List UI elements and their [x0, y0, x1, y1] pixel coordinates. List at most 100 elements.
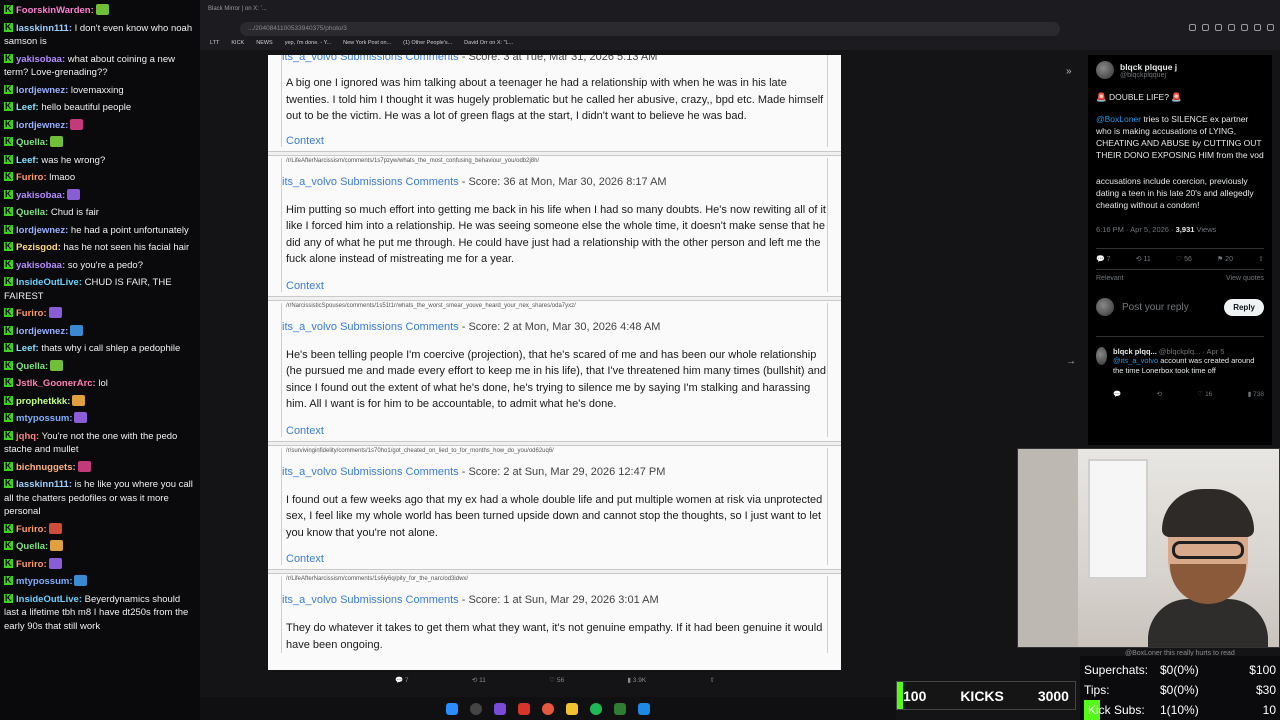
permalink[interactable]: /r/survivinginfidelity/comments/1s70ho1/…: [282, 448, 827, 454]
chat-username[interactable]: Quella:: [16, 207, 48, 218]
chat-username[interactable]: InsideOutLive:: [16, 277, 82, 288]
bookmark-button[interactable]: ⚑ 20: [1217, 255, 1233, 263]
extension-icon[interactable]: [1241, 24, 1248, 31]
chat-username[interactable]: Jstlk_GoonerArc:: [16, 378, 96, 389]
chat-username[interactable]: lordjewnez:: [16, 85, 68, 96]
bookmark-item[interactable]: yep, i'm done. - Y...: [285, 40, 331, 50]
chevron-right-icon[interactable]: »: [1066, 66, 1072, 77]
arrow-right-icon[interactable]: →: [1066, 356, 1076, 367]
extension-icon[interactable]: [1202, 24, 1209, 31]
reply-author[interactable]: blqck plqq...: [1113, 347, 1157, 356]
view-count[interactable]: ▮ 3.9K: [627, 676, 646, 690]
chat-username[interactable]: Quella:: [16, 361, 48, 372]
mention-link[interactable]: @BoxLoner: [1096, 114, 1141, 124]
browser-icon[interactable]: [542, 702, 554, 715]
context-link[interactable]: Context: [282, 553, 827, 565]
chat-username[interactable]: jqhq:: [16, 431, 39, 442]
chat-username[interactable]: mtypossum:: [16, 413, 72, 424]
chat-username[interactable]: Furiro:: [16, 559, 47, 570]
chat-username[interactable]: yakisobaa:: [16, 260, 65, 271]
context-link[interactable]: Context: [282, 135, 827, 147]
repost-button[interactable]: ⟲ 11: [1136, 255, 1151, 263]
context-link[interactable]: Context: [282, 425, 827, 437]
relevant-dropdown[interactable]: Relevant: [1096, 275, 1124, 282]
extension-icon[interactable]: [1215, 24, 1222, 31]
author-name[interactable]: blqck plqque j: [1120, 62, 1177, 72]
view-button[interactable]: ▮ 738: [1248, 390, 1264, 398]
bookmark-item[interactable]: LTT: [210, 40, 219, 50]
author-handle[interactable]: @blqckplqquej: [1120, 72, 1177, 79]
chat-message: lordjewnez: lovemaxxing: [4, 83, 196, 98]
chat-username[interactable]: prophetkkk:: [16, 396, 70, 407]
chat-username[interactable]: mtypossum:: [16, 576, 72, 587]
permalink[interactable]: /r/LifeAfterNarcissism/comments/1s6iy6q/…: [282, 576, 827, 582]
chat-username[interactable]: yakisobaa:: [16, 54, 65, 65]
permalink[interactable]: /r/LifeAfterNarcissism/comments/1s7pzyw/…: [282, 158, 827, 164]
author-link[interactable]: its_a_volvo Submissions Comments: [282, 176, 459, 188]
author-link[interactable]: its_a_volvo Submissions Comments: [282, 321, 459, 333]
repost-button[interactable]: ⟲: [1157, 390, 1162, 398]
chat-username[interactable]: Leef:: [16, 102, 39, 113]
entry-meta: - Score: 2 at Mon, Mar 30, 2026 4:48 AM: [461, 320, 661, 333]
address-bar[interactable]: .../2040841100533940375/photo/3: [240, 22, 1060, 36]
reply-button[interactable]: 💬: [1113, 390, 1121, 398]
avatar[interactable]: [1096, 347, 1108, 365]
chat-username[interactable]: Leef:: [16, 343, 39, 354]
bookmark-item[interactable]: New York Post on...: [343, 40, 391, 50]
zoom-icon[interactable]: [1189, 24, 1196, 31]
author-link[interactable]: its_a_volvo Submissions Comments: [282, 55, 459, 63]
chat-username[interactable]: Furiro:: [16, 172, 47, 183]
extension-icon[interactable]: [1228, 24, 1235, 31]
tab-active[interactable]: Black Mirror | on X: '...: [208, 6, 267, 12]
windows-start-icon[interactable]: [446, 702, 458, 715]
chat-username[interactable]: Quella:: [16, 541, 48, 552]
chat-username[interactable]: lordjewnez:: [16, 120, 68, 131]
folder-icon[interactable]: [566, 702, 578, 715]
view-quotes-link[interactable]: View quotes: [1226, 275, 1264, 282]
favorite-icon[interactable]: [1254, 24, 1261, 31]
reply-input[interactable]: Post your reply: [1122, 302, 1216, 313]
repost-count[interactable]: ⟲ 11: [472, 676, 486, 690]
mention-link[interactable]: @its_a_volvo: [1113, 356, 1158, 365]
steam-icon[interactable]: [638, 702, 650, 715]
chat-username[interactable]: InsideOutLive:: [16, 594, 82, 605]
chat-username[interactable]: Leef:: [16, 155, 39, 166]
spotify-icon[interactable]: [590, 702, 602, 715]
bookmark-item[interactable]: (1) Other People's...: [403, 40, 452, 50]
kick-badge-icon: [4, 135, 13, 149]
chat-username[interactable]: lordjewnez:: [16, 225, 68, 236]
bookmark-item[interactable]: David Orr on X: "L...: [464, 40, 513, 50]
app-icon[interactable]: [494, 702, 506, 715]
chat-username[interactable]: lasskinn111:: [16, 479, 72, 490]
permalink[interactable]: /r/NarcissisticSpouses/comments/1s51t1r/…: [282, 303, 827, 309]
author-link[interactable]: its_a_volvo Submissions Comments: [282, 466, 459, 478]
avatar[interactable]: [1096, 61, 1114, 79]
settings-icon[interactable]: [1267, 24, 1274, 31]
chat-username[interactable]: lasskinn111:: [16, 23, 72, 34]
share-icon[interactable]: ⇧: [710, 676, 715, 690]
context-link[interactable]: Context: [282, 280, 827, 292]
bookmark-item[interactable]: KICK: [231, 40, 244, 50]
chat-username[interactable]: FoorskinWarden:: [16, 5, 94, 16]
like-button[interactable]: ♡ 56: [1176, 255, 1192, 263]
chat-username[interactable]: Quella:: [16, 137, 48, 148]
share-icon[interactable]: ⇧: [1258, 255, 1264, 263]
chat-username[interactable]: Furiro:: [16, 308, 47, 319]
bookmark-item[interactable]: NEWS: [256, 40, 273, 50]
reply-button[interactable]: 💬 7: [1096, 255, 1111, 263]
app-icon[interactable]: [518, 702, 530, 715]
xbox-icon[interactable]: [614, 702, 626, 715]
like-button[interactable]: ♡ 16: [1197, 390, 1212, 398]
chat-username[interactable]: Pezisgod:: [16, 242, 61, 253]
chat-username[interactable]: lordjewnez:: [16, 326, 68, 337]
reply-submit-button[interactable]: Reply: [1224, 298, 1264, 316]
chat-username[interactable]: yakisobaa:: [16, 190, 65, 201]
chat-username[interactable]: Furiro:: [16, 524, 47, 535]
search-icon[interactable]: [470, 702, 482, 715]
reply-count[interactable]: 💬 7: [395, 676, 409, 690]
author-link[interactable]: its_a_volvo Submissions Comments: [282, 594, 459, 606]
chat-username[interactable]: bichnuggets:: [16, 462, 76, 473]
like-count[interactable]: ♡ 56: [549, 676, 564, 690]
tweet-time[interactable]: 6:16 PM · Apr 5, 2026 ·: [1096, 225, 1174, 234]
entry-meta: - Score: 1 at Sun, Mar 29, 2026 3:01 AM: [461, 594, 659, 606]
